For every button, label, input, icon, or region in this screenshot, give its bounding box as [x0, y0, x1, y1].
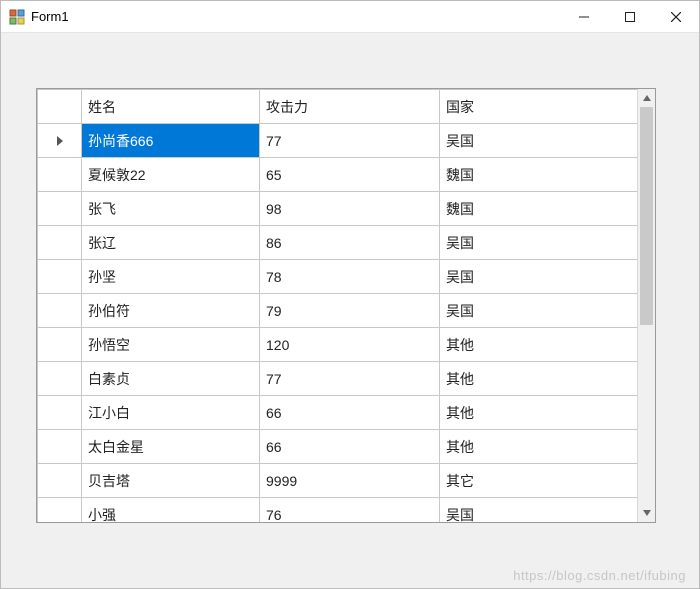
cell-attack[interactable]: 66 [260, 430, 440, 464]
row-header[interactable] [38, 124, 82, 158]
cell-attack[interactable]: 65 [260, 158, 440, 192]
table-row[interactable]: 孙悟空120其他 [38, 328, 638, 362]
window-controls [561, 1, 699, 32]
row-header[interactable] [38, 260, 82, 294]
table-row[interactable]: 孙伯符79吴国 [38, 294, 638, 328]
cell-name[interactable]: 孙伯符 [82, 294, 260, 328]
cell-name[interactable]: 夏候敦22 [82, 158, 260, 192]
column-header-attack[interactable]: 攻击力 [260, 90, 440, 124]
cell-country[interactable]: 吴国 [440, 260, 638, 294]
window-frame: Form1 [0, 0, 700, 589]
row-header[interactable] [38, 362, 82, 396]
cell-attack[interactable]: 77 [260, 362, 440, 396]
cell-name[interactable]: 孙悟空 [82, 328, 260, 362]
vertical-scrollbar[interactable] [637, 89, 655, 522]
cell-country[interactable]: 吴国 [440, 498, 638, 523]
window-title: Form1 [31, 9, 69, 24]
row-header[interactable] [38, 396, 82, 430]
cell-country[interactable]: 其他 [440, 396, 638, 430]
cell-country[interactable]: 吴国 [440, 226, 638, 260]
maximize-button[interactable] [607, 1, 653, 32]
cell-name[interactable]: 贝吉塔 [82, 464, 260, 498]
cell-name[interactable]: 孙坚 [82, 260, 260, 294]
cell-name[interactable]: 张飞 [82, 192, 260, 226]
table-row[interactable]: 小强76吴国 [38, 498, 638, 523]
cell-attack[interactable]: 98 [260, 192, 440, 226]
datagridview[interactable]: 姓名 攻击力 国家 孙尚香66677吴国夏候敦2265魏国张飞98魏国张辽86吴… [36, 88, 656, 523]
table-row[interactable]: 白素贞77其他 [38, 362, 638, 396]
scroll-track[interactable] [638, 107, 655, 504]
cell-country[interactable]: 其他 [440, 430, 638, 464]
data-grid[interactable]: 姓名 攻击力 国家 孙尚香66677吴国夏候敦2265魏国张飞98魏国张辽86吴… [37, 89, 637, 522]
table-row[interactable]: 孙坚78吴国 [38, 260, 638, 294]
cell-attack[interactable]: 9999 [260, 464, 440, 498]
cell-attack[interactable]: 76 [260, 498, 440, 523]
row-header[interactable] [38, 328, 82, 362]
column-header-country[interactable]: 国家 [440, 90, 638, 124]
table-row[interactable]: 贝吉塔9999其它 [38, 464, 638, 498]
close-button[interactable] [653, 1, 699, 32]
cell-attack[interactable]: 78 [260, 260, 440, 294]
row-header[interactable] [38, 464, 82, 498]
cell-country[interactable]: 吴国 [440, 124, 638, 158]
cell-attack[interactable]: 79 [260, 294, 440, 328]
cell-attack[interactable]: 120 [260, 328, 440, 362]
row-selected-indicator-icon [57, 136, 63, 146]
cell-country[interactable]: 其他 [440, 328, 638, 362]
table-row[interactable]: 张辽86吴国 [38, 226, 638, 260]
scroll-up-button[interactable] [638, 89, 655, 107]
row-header[interactable] [38, 158, 82, 192]
cell-attack[interactable]: 86 [260, 226, 440, 260]
cell-attack[interactable]: 66 [260, 396, 440, 430]
table-row[interactable]: 张飞98魏国 [38, 192, 638, 226]
table-row[interactable]: 太白金星66其他 [38, 430, 638, 464]
cell-country[interactable]: 其他 [440, 362, 638, 396]
cell-name[interactable]: 张辽 [82, 226, 260, 260]
cell-country[interactable]: 魏国 [440, 192, 638, 226]
table-row[interactable]: 孙尚香66677吴国 [38, 124, 638, 158]
cell-name[interactable]: 江小白 [82, 396, 260, 430]
form-icon [9, 9, 25, 25]
cell-country[interactable]: 魏国 [440, 158, 638, 192]
cell-name[interactable]: 白素贞 [82, 362, 260, 396]
watermark-text: https://blog.csdn.net/ifubing [513, 568, 686, 583]
cell-country[interactable]: 吴国 [440, 294, 638, 328]
row-header[interactable] [38, 294, 82, 328]
row-header-corner[interactable] [38, 90, 82, 124]
titlebar[interactable]: Form1 [1, 1, 699, 33]
cell-name[interactable]: 小强 [82, 498, 260, 523]
scroll-thumb[interactable] [640, 107, 653, 325]
table-row[interactable]: 夏候敦2265魏国 [38, 158, 638, 192]
row-header[interactable] [38, 498, 82, 523]
client-area: 姓名 攻击力 国家 孙尚香66677吴国夏候敦2265魏国张飞98魏国张辽86吴… [1, 33, 699, 588]
minimize-button[interactable] [561, 1, 607, 32]
cell-name[interactable]: 孙尚香666 [82, 124, 260, 158]
table-row[interactable]: 江小白66其他 [38, 396, 638, 430]
cell-attack[interactable]: 77 [260, 124, 440, 158]
scroll-down-button[interactable] [638, 504, 655, 522]
cell-name[interactable]: 太白金星 [82, 430, 260, 464]
cell-country[interactable]: 其它 [440, 464, 638, 498]
row-header[interactable] [38, 192, 82, 226]
row-header[interactable] [38, 226, 82, 260]
row-header[interactable] [38, 430, 82, 464]
column-header-name[interactable]: 姓名 [82, 90, 260, 124]
